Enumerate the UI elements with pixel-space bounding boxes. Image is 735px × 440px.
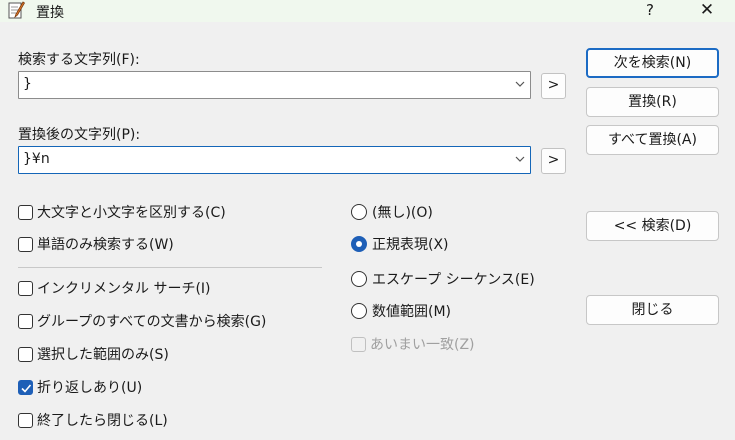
- replace-expand-button[interactable]: >: [541, 148, 566, 174]
- checkbox-box[interactable]: [18, 313, 33, 329]
- fuzzy-match-label: あいまい一致(Z): [370, 337, 475, 353]
- wrap-around-checkbox[interactable]: 折り返しあり(U): [18, 377, 142, 397]
- case-sensitive-label: 大文字と小文字を区別する(C): [37, 205, 226, 221]
- mode-none-radio[interactable]: (無し)(O): [351, 202, 433, 222]
- incremental-search-checkbox[interactable]: インクリメンタル サーチ(I): [18, 278, 211, 298]
- wrap-around-label: 折り返しあり(U): [37, 380, 143, 396]
- radio-dot[interactable]: [351, 271, 367, 287]
- checkbox-box[interactable]: [18, 412, 33, 428]
- radio-dot[interactable]: [351, 303, 367, 319]
- options-divider: [18, 267, 322, 268]
- incremental-search-label: インクリメンタル サーチ(I): [37, 281, 211, 297]
- close-when-done-checkbox[interactable]: 終了したら閉じる(L): [18, 410, 168, 430]
- find-label: 検索する文字列(F):: [18, 52, 140, 68]
- radio-dot[interactable]: [351, 204, 367, 220]
- replace-label: 置換後の文字列(P):: [18, 127, 141, 143]
- group-search-checkbox[interactable]: グループのすべての文書から検索(G): [18, 311, 266, 331]
- checkbox-box[interactable]: [18, 236, 33, 252]
- replace-all-button[interactable]: すべて置換(A): [586, 125, 719, 155]
- find-next-button[interactable]: 次を検索(N): [586, 48, 719, 78]
- case-sensitive-checkbox[interactable]: 大文字と小文字を区別する(C): [18, 202, 226, 222]
- notepad-pencil-icon: [8, 1, 25, 19]
- title-bar: 置換 ? ✕: [0, 0, 735, 22]
- whole-word-label: 単語のみ検索する(W): [37, 237, 174, 253]
- checkbox-box[interactable]: [18, 204, 33, 220]
- selection-only-checkbox[interactable]: 選択した範囲のみ(S): [18, 344, 169, 364]
- mode-none-label: (無し)(O): [372, 205, 433, 221]
- fuzzy-match-checkbox: あいまい一致(Z): [351, 334, 475, 354]
- chevron-down-icon[interactable]: [514, 78, 526, 90]
- replace-button[interactable]: 置換(R): [586, 87, 719, 117]
- replace-input-value[interactable]: }¥n: [23, 151, 50, 167]
- find-input-value[interactable]: }: [23, 76, 32, 92]
- radio-dot-selected[interactable]: [351, 236, 367, 252]
- checkbox-box-checked[interactable]: [18, 379, 33, 395]
- chevron-down-icon[interactable]: [514, 153, 526, 165]
- close-when-done-label: 終了したら閉じる(L): [37, 413, 168, 429]
- mode-regex-radio[interactable]: 正規表現(X): [351, 234, 449, 254]
- group-search-label: グループのすべての文書から検索(G): [37, 314, 267, 330]
- whole-word-checkbox[interactable]: 単語のみ検索する(W): [18, 234, 174, 254]
- find-expand-button[interactable]: >: [541, 73, 566, 99]
- help-button[interactable]: ?: [633, 0, 667, 22]
- mode-escape-radio[interactable]: エスケープ シーケンス(E): [351, 269, 535, 289]
- find-previous-button[interactable]: << 検索(D): [586, 211, 719, 241]
- mode-numeric-radio[interactable]: 数値範囲(M): [351, 301, 451, 321]
- checkbox-box[interactable]: [18, 346, 33, 362]
- mode-regex-label: 正規表現(X): [372, 237, 449, 253]
- checkmark-icon: [21, 383, 32, 393]
- replace-combobox[interactable]: }¥n: [18, 146, 531, 174]
- selection-only-label: 選択した範囲のみ(S): [37, 347, 169, 363]
- mode-numeric-label: 数値範囲(M): [372, 304, 452, 320]
- close-window-button[interactable]: ✕: [690, 0, 724, 22]
- checkbox-box-disabled: [351, 336, 366, 352]
- mode-escape-label: エスケープ シーケンス(E): [372, 272, 535, 288]
- close-button[interactable]: 閉じる: [586, 295, 719, 325]
- window-title: 置換: [36, 5, 64, 21]
- find-combobox[interactable]: }: [18, 71, 531, 99]
- checkbox-box[interactable]: [18, 280, 33, 296]
